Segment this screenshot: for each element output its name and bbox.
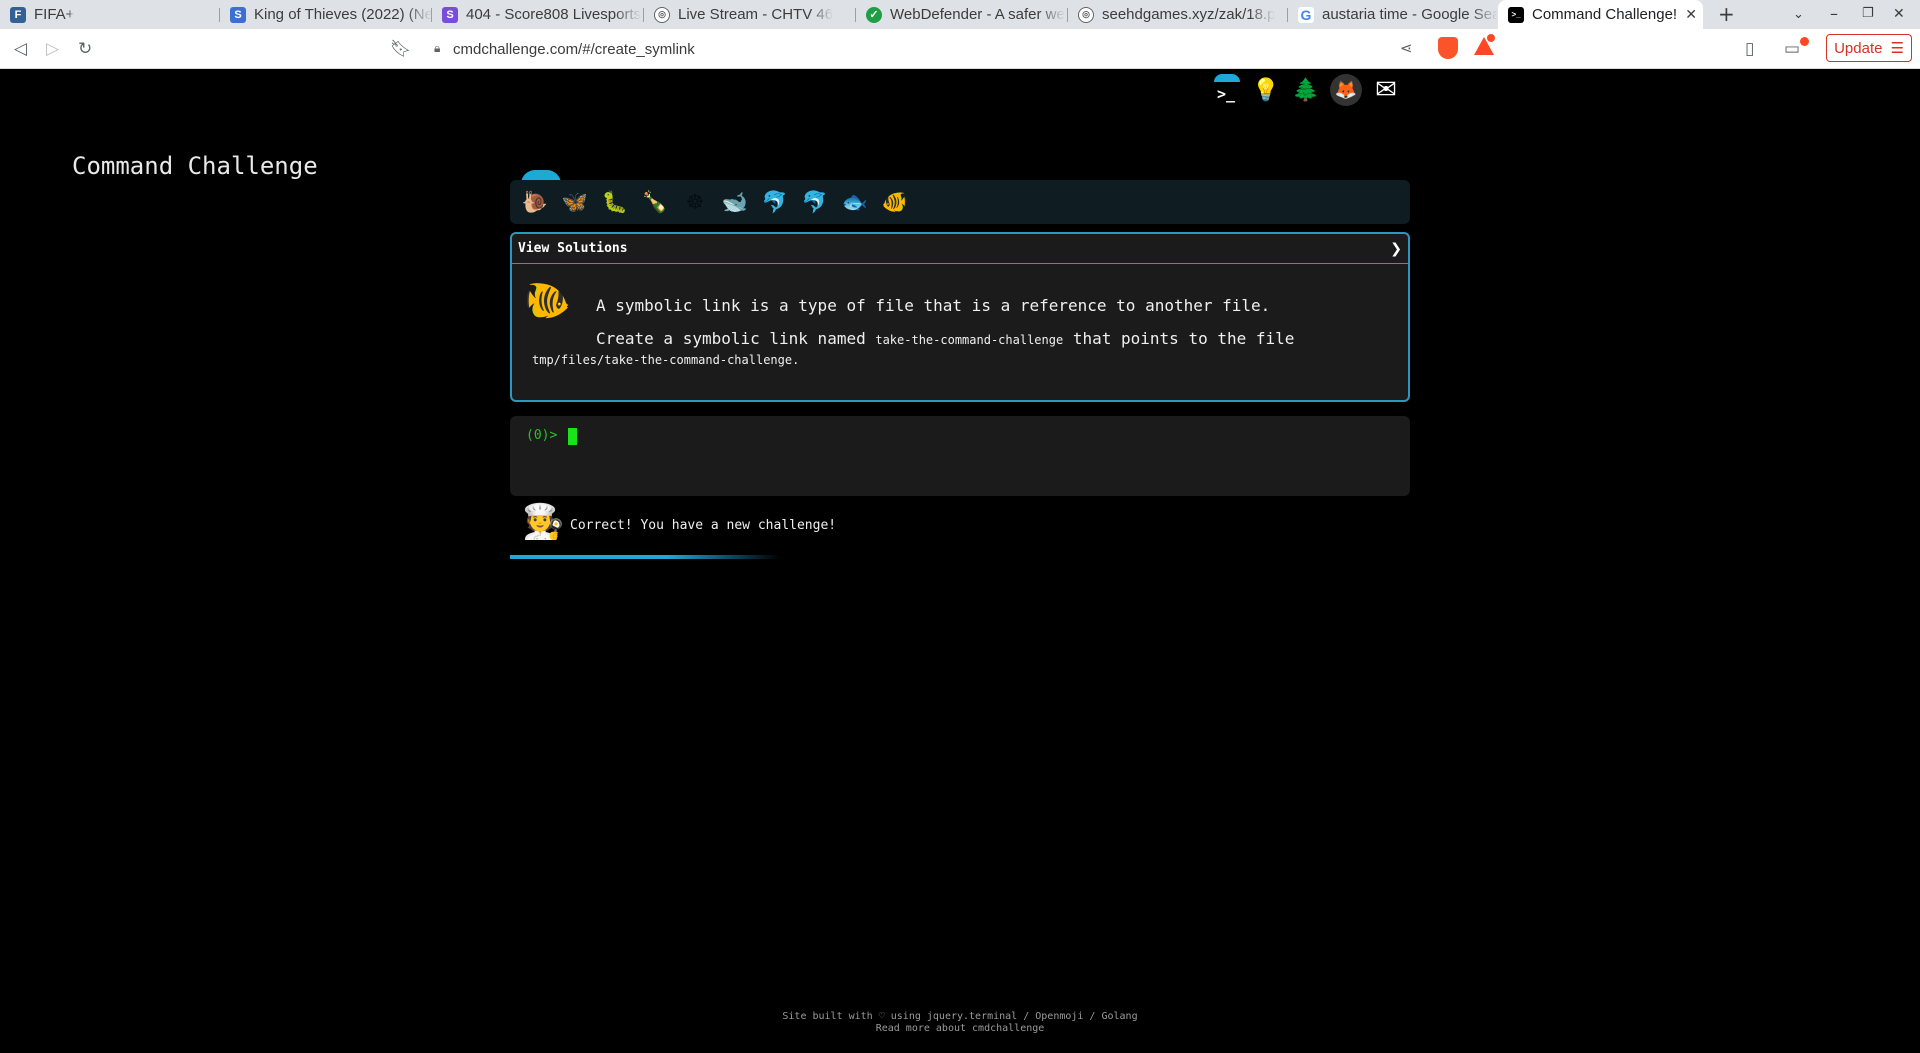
tab-title: seehdgames.xyz/zak/18.p: [1102, 6, 1276, 23]
wallet-icon[interactable]: ▭: [1784, 39, 1800, 59]
s-favicon-icon: S: [230, 6, 246, 23]
caterpillar-icon[interactable]: 🐛: [600, 187, 630, 217]
tab-search-chevron-icon[interactable]: ⌄: [1793, 7, 1804, 22]
whale-icon[interactable]: 🐋: [720, 187, 750, 217]
wheel-icon[interactable]: ☸: [680, 187, 710, 217]
browser-tab[interactable]: F FIFA+: [0, 0, 220, 29]
browser-tab[interactable]: ◎ seehdgames.xyz/zak/18.p: [1068, 0, 1288, 29]
snail-icon[interactable]: 🐌: [520, 187, 550, 217]
forward-icon[interactable]: ▷: [46, 39, 59, 59]
top-icons: >_ 💡 🌲 🦊 ✉: [1210, 74, 1402, 106]
address-bar[interactable]: 🔒︎ cmdchallenge.com/#/create_symlink ⋖: [418, 33, 1498, 65]
menu-icon: ☰: [1890, 40, 1904, 57]
update-button[interactable]: Update ☰: [1826, 34, 1912, 62]
fifa-favicon-icon: F: [10, 6, 26, 23]
browser-tab-active[interactable]: >_ Command Challenge! ✕: [1498, 0, 1703, 29]
rewards-badge: [1486, 33, 1496, 43]
feedback-row: 🧑‍🍳 Correct! You have a new challenge!: [510, 502, 1410, 548]
lightbulb-icon[interactable]: 💡: [1250, 74, 1282, 106]
brave-shields-icon[interactable]: [1438, 37, 1458, 59]
terminal-input[interactable]: (0)>: [510, 416, 1410, 496]
share-icon[interactable]: ⋖: [1400, 39, 1413, 57]
bottle-icon[interactable]: 🍾: [640, 187, 670, 217]
progress-bar: [510, 555, 1410, 559]
tab-title: King of Thieves (2022) (Ne: [254, 6, 432, 23]
sidebar-icon[interactable]: ▯: [1745, 39, 1754, 59]
browser-tab[interactable]: S King of Thieves (2022) (Ne: [220, 0, 432, 29]
tab-title: Live Stream - CHTV 46: [678, 6, 834, 23]
terminal-favicon-icon: >_: [1508, 6, 1524, 23]
globe-icon: ◎: [1078, 6, 1094, 23]
restore-icon[interactable]: ❐: [1862, 6, 1874, 21]
feedback-message: Correct! You have a new challenge!: [570, 518, 837, 533]
tab-title: FIFA+: [34, 6, 75, 23]
globe-icon: ◎: [654, 6, 670, 23]
terminal-prompt: (0)>: [526, 428, 558, 443]
back-icon[interactable]: ◁: [14, 39, 27, 59]
butterfly-icon[interactable]: 🦋: [560, 187, 590, 217]
tree-icon[interactable]: 🌲: [1290, 74, 1322, 106]
browser-tab[interactable]: ✓ WebDefender - A safer we: [856, 0, 1068, 29]
challenge-panel: View Solutions ❯ 🐠 A symbolic link is a …: [510, 232, 1410, 402]
instruction-text: that points to the file: [1072, 329, 1295, 348]
instruction-text: Create a symbolic link named: [596, 329, 866, 348]
shield-icon: ✓: [866, 6, 882, 23]
tab-title: austaria time - Google Sea: [1322, 6, 1498, 23]
tropical-fish-icon[interactable]: 🐠: [880, 187, 910, 217]
lock-icon[interactable]: 🔒︎: [434, 41, 440, 56]
window-close-icon[interactable]: ✕: [1893, 6, 1905, 22]
symlink-name-code: take-the-command-challenge: [875, 333, 1064, 347]
google-favicon-icon: G: [1298, 6, 1314, 23]
reload-icon[interactable]: ↻: [78, 39, 92, 59]
browser-tab[interactable]: ◎ Live Stream - CHTV 46: [644, 0, 856, 29]
bookmark-icon[interactable]: 🔖︎: [390, 39, 412, 59]
target-path-code: tmp/files/take-the-command-challenge.: [532, 353, 800, 367]
browser-toolbar: ◁ ▷ ↻ 🔖︎ 🔒︎ cmdchallenge.com/#/create_sy…: [0, 29, 1920, 69]
level-bar: 🐌 🦋 🐛 🍾 ☸ 🐋 🐬 🐬 🐟 🐠: [510, 180, 1410, 224]
dolphin-icon[interactable]: 🐬: [800, 187, 830, 217]
browser-tab[interactable]: S 404 - Score808 Livesports: [432, 0, 644, 29]
challenge-description: A symbolic link is a type of file that i…: [596, 296, 1271, 315]
tab-title: WebDefender - A safer we: [890, 6, 1065, 23]
close-tab-icon[interactable]: ✕: [1685, 6, 1697, 23]
browser-tab-strip: F FIFA+ S King of Thieves (2022) (Ne S 4…: [0, 0, 1920, 29]
chef-icon: 🧑‍🍳: [522, 502, 565, 542]
browser-tab[interactable]: G austaria time - Google Sea: [1288, 0, 1498, 29]
progress-fill: [510, 555, 960, 559]
mail-icon[interactable]: ✉: [1370, 74, 1402, 106]
url-text[interactable]: cmdchallenge.com/#/create_symlink: [453, 41, 695, 58]
page: >_ 💡 🌲 🦊 ✉ >_ Command Challenge 🐌 🦋 🐛 🍾 …: [0, 70, 1920, 1053]
terminal-icon[interactable]: >_: [1210, 74, 1242, 106]
page-title: Command Challenge: [72, 152, 318, 180]
footer-credits[interactable]: Site built with ♡ using jquery.terminal …: [0, 1011, 1920, 1023]
dolphin-icon[interactable]: 🐬: [760, 187, 790, 217]
minimize-icon[interactable]: –: [1830, 4, 1838, 23]
tropical-fish-icon: 🐠: [524, 278, 572, 322]
update-label: Update: [1834, 39, 1883, 57]
terminal-cursor: [568, 428, 577, 445]
gitlab-icon[interactable]: 🦊: [1330, 74, 1362, 106]
s-favicon-icon: S: [442, 6, 458, 23]
tab-title: Command Challenge!: [1532, 6, 1678, 23]
footer: Site built with ♡ using jquery.terminal …: [0, 1011, 1920, 1035]
wallet-badge: [1800, 37, 1809, 46]
footer-read-more-link[interactable]: Read more about cmdchallenge: [0, 1023, 1920, 1035]
view-solutions-header[interactable]: View Solutions ❯: [512, 234, 1408, 264]
view-solutions-label[interactable]: View Solutions: [518, 241, 628, 256]
new-tab-button[interactable]: +: [1718, 2, 1735, 26]
challenge-instruction: Create a symbolic link named take-the-co…: [596, 329, 1294, 348]
tab-title: 404 - Score808 Livesports: [466, 6, 642, 23]
fish-icon[interactable]: 🐟: [840, 187, 870, 217]
chevron-right-icon[interactable]: ❯: [1390, 241, 1402, 257]
